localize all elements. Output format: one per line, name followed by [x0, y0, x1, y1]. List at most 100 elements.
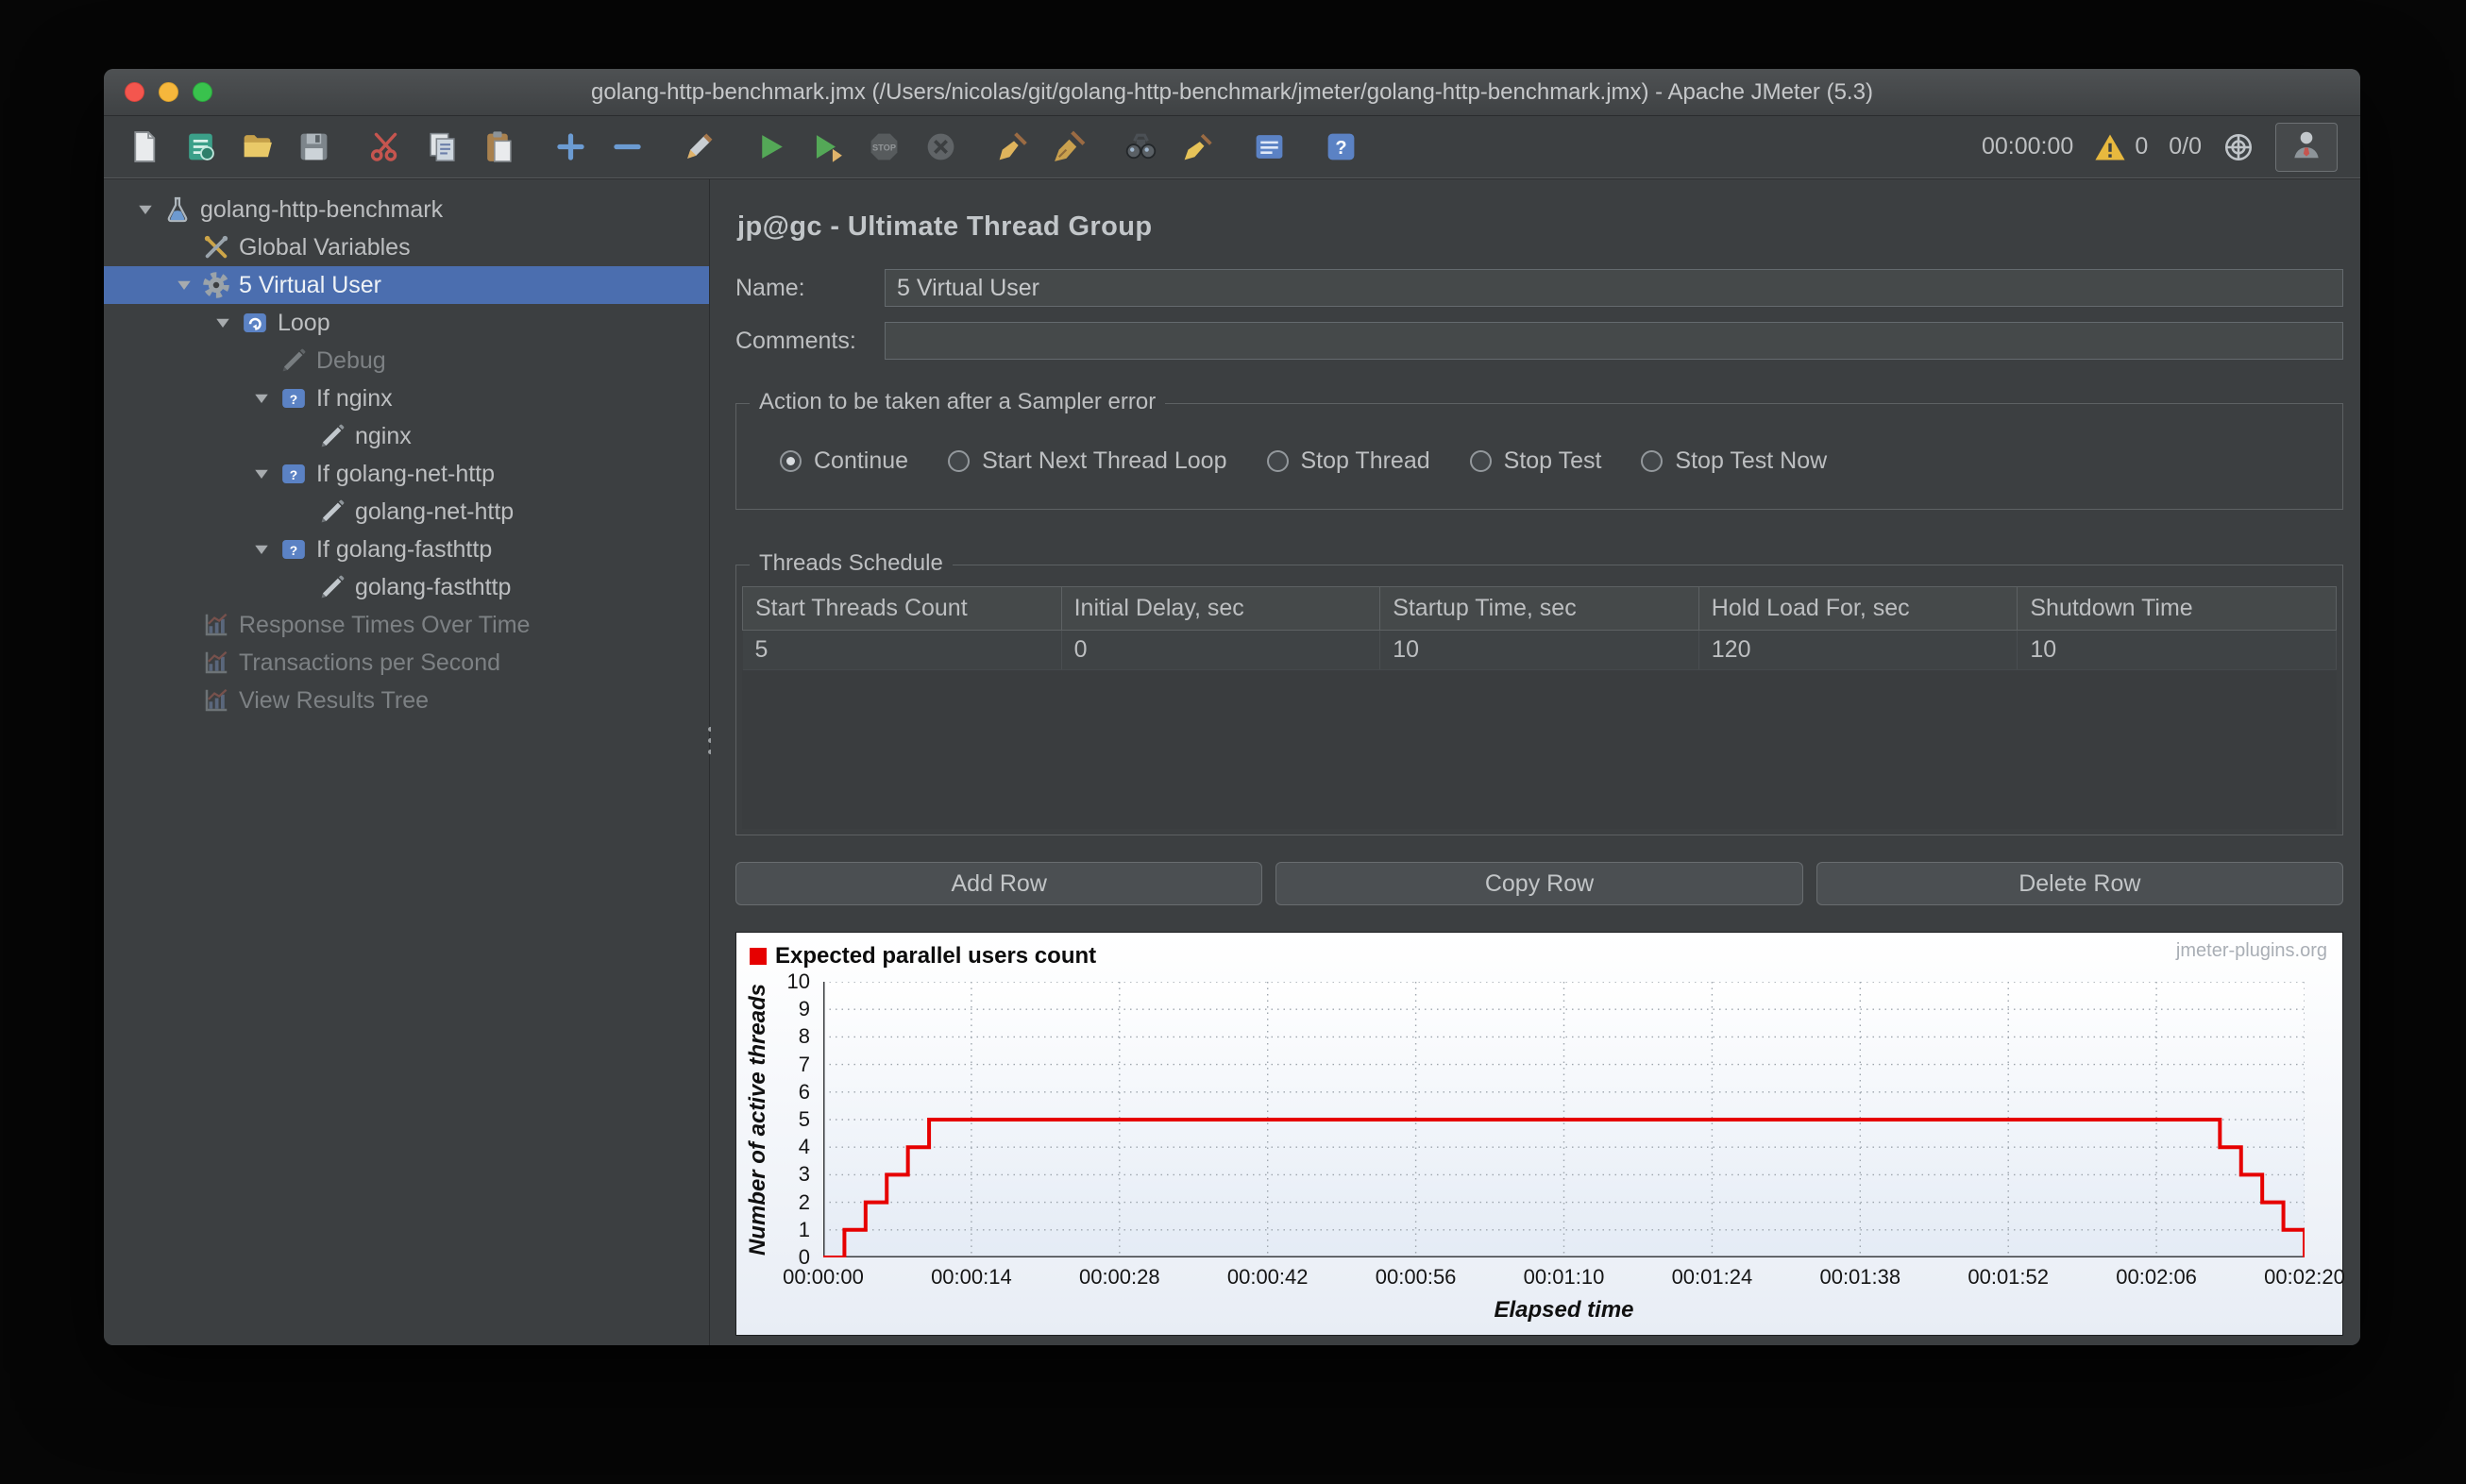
sampler-icon	[317, 421, 347, 451]
tree-item-label: Debug	[316, 346, 386, 374]
tree-item-golang-fasthttp[interactable]: golang-fasthttp	[104, 568, 709, 606]
tree-item-golang-http-benchmark[interactable]: golang-http-benchmark	[104, 191, 709, 228]
tree-item-label: 5 Virtual User	[239, 271, 381, 298]
tree-item-nginx[interactable]: nginx	[104, 417, 709, 455]
paste-icon[interactable]	[474, 125, 523, 170]
radio-stop-test[interactable]: Stop Test	[1469, 447, 1602, 475]
schedule-body: 5 0 10 120 10	[742, 630, 2337, 670]
start-icon[interactable]	[746, 125, 795, 170]
x-tick-label: 00:02:20	[2264, 1265, 2345, 1289]
copy-icon[interactable]	[417, 125, 466, 170]
delete-row-button[interactable]: Delete Row	[1816, 862, 2343, 905]
expander-icon[interactable]	[128, 193, 162, 227]
add-icon[interactable]	[546, 125, 595, 170]
new-file-icon[interactable]	[119, 125, 168, 170]
active-threads-count: 0/0	[2169, 133, 2202, 160]
y-tick-label: 4	[798, 1135, 810, 1159]
expander-icon[interactable]	[167, 268, 201, 302]
help-icon[interactable]: ?	[1316, 125, 1365, 170]
expander-icon[interactable]	[245, 457, 279, 491]
cut-icon[interactable]	[361, 125, 410, 170]
x-tick-label: 00:01:24	[1671, 1265, 1753, 1289]
tree-item-5-virtual-user[interactable]: 5 Virtual User	[104, 266, 709, 304]
tree-item-label: If nginx	[316, 384, 393, 412]
table-cell[interactable]: 5	[742, 630, 1062, 670]
toolbar-status: 00:00:00 0 0/0	[1982, 122, 2345, 172]
tree-item-if-golang-net-http[interactable]: ? If golang-net-http	[104, 455, 709, 493]
table-cell[interactable]: 10	[2017, 630, 2337, 670]
minimize-button[interactable]	[159, 82, 178, 102]
error-action-title: Action to be taken after a Sampler error	[750, 389, 1166, 415]
radio-label: Stop Test Now	[1675, 447, 1828, 474]
search-icon[interactable]	[1116, 125, 1165, 170]
table-row: 5 0 10 120 10	[742, 630, 2337, 670]
radio-button-icon	[1641, 450, 1664, 472]
title-bar[interactable]: golang-http-benchmark.jmx (/Users/nicola…	[104, 69, 2360, 116]
thread-group-icon	[201, 270, 231, 300]
log-errors-indicator[interactable]: 0	[2094, 131, 2148, 163]
expander-icon[interactable]	[206, 306, 240, 340]
zoom-button[interactable]	[193, 82, 212, 102]
expander-icon[interactable]	[245, 381, 279, 415]
tree-item-transactions-per-second[interactable]: Transactions per Second	[104, 644, 709, 682]
if-controller-icon: ?	[279, 534, 309, 565]
radio-button-icon	[780, 450, 802, 472]
toolbar-buttons: STOP?	[119, 125, 1365, 170]
add-row-button[interactable]: Add Row	[735, 862, 1263, 905]
jmeter-window: golang-http-benchmark.jmx (/Users/nicola…	[104, 69, 2360, 1345]
x-tick-label: 00:01:52	[1968, 1265, 2050, 1289]
config-panel: jp@gc - Ultimate Thread Group Name: Comm…	[711, 179, 2360, 1345]
radio-stop-test-now[interactable]: Stop Test Now	[1641, 447, 1827, 475]
comments-input[interactable]	[885, 322, 2343, 360]
tree-item-label: Transactions per Second	[239, 649, 501, 676]
svg-text:?: ?	[290, 544, 297, 558]
tree-item-label: Response Times Over Time	[239, 611, 531, 638]
toggle-icon[interactable]	[674, 125, 723, 170]
copy-row-button[interactable]: Copy Row	[1275, 862, 1803, 905]
start-no-timers-icon[interactable]	[802, 125, 852, 170]
tree-item-if-nginx[interactable]: ? If nginx	[104, 379, 709, 417]
close-button[interactable]	[125, 82, 144, 102]
save-icon[interactable]	[289, 125, 338, 170]
function-helper-icon[interactable]	[1244, 125, 1293, 170]
table-cell[interactable]: 0	[1061, 630, 1381, 670]
tree-item-global-variables[interactable]: Global Variables	[104, 228, 709, 266]
tree-item-view-results-tree[interactable]: View Results Tree	[104, 682, 709, 719]
radio-stop-thread[interactable]: Stop Thread	[1266, 447, 1430, 475]
radio-start-next-thread-loop[interactable]: Start Next Thread Loop	[948, 447, 1227, 475]
remove-icon[interactable]	[602, 125, 651, 170]
table-cell[interactable]: 10	[1379, 630, 1699, 670]
tree-item-debug[interactable]: Debug	[104, 342, 709, 379]
radio-label: Continue	[814, 447, 909, 474]
traffic-lights	[125, 69, 212, 115]
clear-icon[interactable]	[988, 125, 1037, 170]
threads-schedule-table: Start Threads Count Initial Delay, sec Sta…	[742, 586, 2337, 829]
y-tick-label: 3	[798, 1162, 810, 1187]
expander-icon[interactable]	[245, 532, 279, 566]
loop-controller-icon	[240, 308, 270, 338]
tree-item-if-golang-fasthttp[interactable]: ? If golang-fasthttp	[104, 531, 709, 568]
tree-item-golang-net-http[interactable]: golang-net-http	[104, 493, 709, 531]
tree-item-response-times-over-time[interactable]: Response Times Over Time	[104, 606, 709, 644]
x-tick-label: 00:00:56	[1375, 1265, 1457, 1289]
tree-item-loop[interactable]: Loop	[104, 304, 709, 342]
clear-search-icon[interactable]	[1173, 125, 1222, 170]
user-button[interactable]	[2275, 122, 2338, 172]
radio-label: Stop Thread	[1300, 447, 1430, 474]
templates-icon[interactable]	[176, 125, 225, 170]
table-empty-area	[742, 670, 2337, 829]
x-tick-label: 00:02:06	[2116, 1265, 2197, 1289]
clear-all-icon[interactable]	[1044, 125, 1093, 170]
name-input[interactable]	[885, 269, 2343, 307]
radio-continue[interactable]: Continue	[780, 447, 908, 475]
shutdown-icon[interactable]	[916, 125, 965, 170]
open-file-icon[interactable]	[232, 125, 281, 170]
radio-label: Stop Test	[1503, 447, 1602, 474]
stop-icon[interactable]: STOP	[859, 125, 908, 170]
row-buttons: Add Row Copy Row Delete Row	[735, 862, 2343, 905]
table-cell[interactable]: 120	[1698, 630, 2018, 670]
x-tick-label: 00:00:14	[931, 1265, 1012, 1289]
